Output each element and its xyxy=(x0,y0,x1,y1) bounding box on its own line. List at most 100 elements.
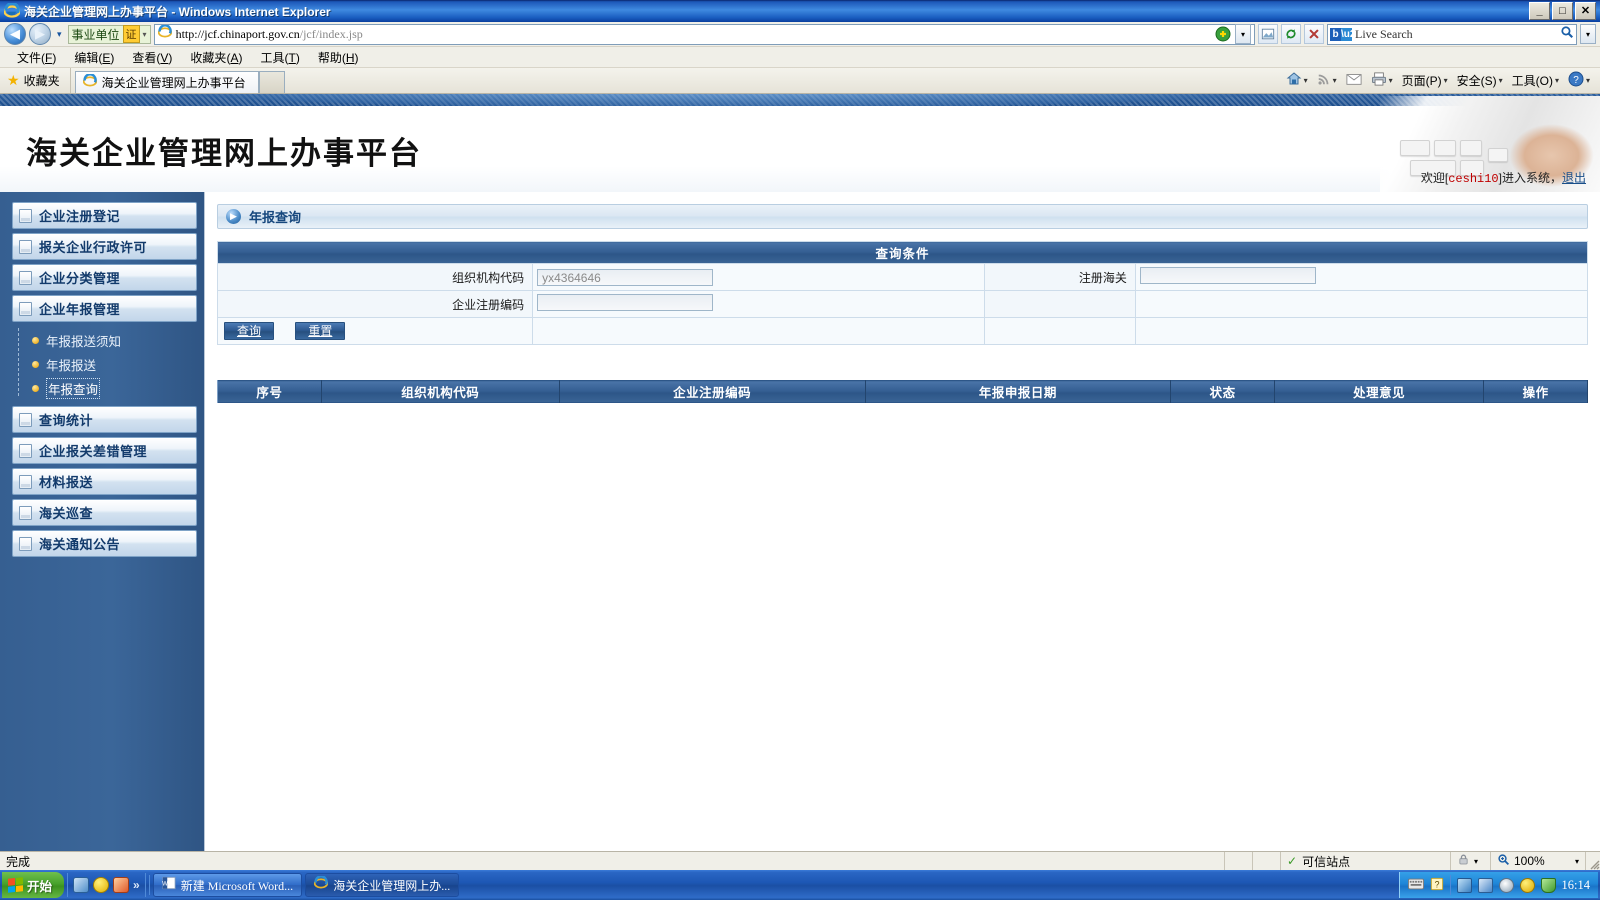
reset-button[interactable]: 重置 xyxy=(295,322,346,340)
page-favicon-icon xyxy=(157,24,172,43)
print-caret-icon[interactable]: ▾ xyxy=(1389,76,1393,85)
help-tray-icon[interactable]: ? xyxy=(1430,877,1444,894)
address-bar[interactable]: http://jcf.chinaport.gov.cn/jcf/index.js… xyxy=(153,23,1255,45)
command-bar: ▾ ▾ ▾ 页面(P) ▾ 安全(S) ▾ 工具(O) ▾ ? ▾ xyxy=(1282,71,1600,90)
resize-grip[interactable] xyxy=(1586,852,1600,870)
document-icon xyxy=(19,270,32,285)
address-url-host: http://jcf.chinaport.gov.cn xyxy=(175,26,300,41)
sidebar-item-material-submission[interactable]: 材料报送 xyxy=(12,468,197,495)
search-input[interactable]: b \u2713 Live Search xyxy=(1327,23,1577,45)
history-dropdown-icon[interactable]: ▾ xyxy=(54,29,65,40)
menu-item-help[interactable]: 帮助(H) xyxy=(309,47,368,68)
keyboard-icon[interactable] xyxy=(1407,878,1424,893)
menu-item-tools[interactable]: 工具(T) xyxy=(251,47,308,68)
print-button[interactable]: ▾ xyxy=(1367,72,1397,89)
word-icon: W xyxy=(162,876,176,894)
customs-input[interactable] xyxy=(1139,267,1316,284)
current-user: ceshi10 xyxy=(1448,172,1499,186)
query-form-button-row: 查询 重置 xyxy=(216,317,1589,345)
org-code-input[interactable]: yx4364646 xyxy=(537,268,714,286)
tools-menu-button[interactable]: 工具(O) ▾ xyxy=(1508,72,1563,89)
page-menu-button[interactable]: 页面(P) ▾ xyxy=(1398,72,1452,89)
screenshot-tray-icon[interactable] xyxy=(1456,877,1472,893)
sidebar-item-error-management[interactable]: 企业报关差错管理 xyxy=(12,437,197,464)
sidebar-subitem-report-submit[interactable]: 年报报送 xyxy=(26,352,197,376)
compatibility-view-icon[interactable] xyxy=(1258,24,1278,44)
sidebar-submenu: 年报报送须知 年报报送 年报查询 xyxy=(12,326,197,406)
home-button[interactable]: ▾ xyxy=(1282,71,1312,90)
antivirus-tray-icon[interactable] xyxy=(1519,877,1535,893)
tab-favicon-icon xyxy=(82,73,97,91)
results-header-row: 序号 组织机构代码 企业注册编码 年报申报日期 状态 处理意见 操作 xyxy=(217,380,1588,403)
back-button[interactable]: ◀ xyxy=(4,23,26,45)
refresh-icon[interactable] xyxy=(1281,24,1301,44)
sidebar-item-label: 报关企业行政许可 xyxy=(39,240,148,255)
protected-mode-caret-icon[interactable]: ▾ xyxy=(1474,857,1478,866)
minimize-button[interactable]: _ xyxy=(1529,2,1550,20)
reg-code-input[interactable] xyxy=(537,294,714,311)
show-desktop-icon[interactable] xyxy=(73,877,90,893)
close-button[interactable]: ✕ xyxy=(1575,2,1596,20)
sidebar-subitem-report-notice[interactable]: 年报报送须知 xyxy=(26,328,197,352)
start-button[interactable]: 开始 xyxy=(2,872,65,898)
sidebar-item-customs-announcements[interactable]: 海关通知公告 xyxy=(12,530,197,557)
antivirus-icon[interactable] xyxy=(93,877,110,893)
network-tray-icon[interactable] xyxy=(1477,877,1493,893)
document-icon xyxy=(19,412,32,427)
tab-active[interactable]: 海关企业管理网上办事平台 xyxy=(74,71,259,93)
protected-mode[interactable]: ▾ xyxy=(1451,852,1491,870)
logout-link[interactable]: 退出 xyxy=(1562,171,1586,185)
button-row-filler-3 xyxy=(1134,317,1589,345)
chevron-down-icon[interactable]: ▾ xyxy=(143,30,147,39)
sidebar-item-customs-inspection[interactable]: 海关巡查 xyxy=(12,499,197,526)
certificate-pill[interactable]: 事业单位 证 ▾ xyxy=(67,24,151,44)
panel-header: ▶ 年报查询 xyxy=(217,204,1588,229)
page-menu-label: 页面(P) xyxy=(1401,74,1442,88)
maximize-button[interactable]: □ xyxy=(1552,2,1573,20)
mail-button[interactable] xyxy=(1342,72,1366,89)
shield-tray-icon[interactable] xyxy=(1540,877,1556,893)
favorites-button[interactable]: ★ 收藏夹 xyxy=(0,68,71,93)
zoom-control[interactable]: 100% ▾ xyxy=(1491,852,1586,870)
go-icon[interactable] xyxy=(1213,24,1233,44)
taskbar-item-word[interactable]: W 新建 Microsoft Word... xyxy=(152,873,303,897)
sidebar-item-label: 海关通知公告 xyxy=(39,537,121,552)
volume-tray-icon[interactable] xyxy=(1498,877,1514,893)
security-menu-button[interactable]: 安全(S) ▾ xyxy=(1453,72,1507,89)
search-dropdown-button[interactable]: ▾ xyxy=(1580,24,1596,44)
menu-item-favorites[interactable]: 收藏夹(A) xyxy=(181,47,251,68)
search-icon[interactable] xyxy=(1560,25,1574,43)
feeds-button[interactable]: ▾ xyxy=(1313,72,1341,89)
query-button[interactable]: 查询 xyxy=(224,322,274,340)
sidebar-item-enterprise-registration[interactable]: 企业注册登记 xyxy=(12,202,197,229)
help-caret-icon[interactable]: ▾ xyxy=(1586,76,1590,85)
tools-menu-caret-icon[interactable]: ▾ xyxy=(1555,76,1559,85)
document-icon xyxy=(19,505,32,520)
security-menu-caret-icon[interactable]: ▾ xyxy=(1499,76,1503,85)
address-dropdown-button[interactable]: ▾ xyxy=(1235,24,1251,44)
feeds-caret-icon[interactable]: ▾ xyxy=(1333,76,1337,85)
stop-icon[interactable] xyxy=(1304,24,1324,44)
sidebar-subitem-report-query[interactable]: 年报查询 xyxy=(26,376,197,400)
sidebar-item-declaration-license[interactable]: 报关企业行政许可 xyxy=(12,233,197,260)
sidebar-item-query-statistics[interactable]: 查询统计 xyxy=(12,406,197,433)
quick-launch-chevron-icon[interactable]: » xyxy=(133,878,140,892)
system-clock[interactable]: 16:14 xyxy=(1562,878,1590,893)
media-player-icon[interactable] xyxy=(113,877,130,893)
sidebar-item-annual-report-management[interactable]: 企业年报管理 xyxy=(12,295,197,322)
security-zone[interactable]: ✓ 可信站点 xyxy=(1281,852,1451,870)
taskbar-item-ie[interactable]: 海关企业管理网上办... xyxy=(305,873,460,897)
menu-item-file[interactable]: 文件(F) xyxy=(8,47,65,68)
sidebar-item-classification-management[interactable]: 企业分类管理 xyxy=(12,264,197,291)
home-caret-icon[interactable]: ▾ xyxy=(1304,76,1308,85)
zoom-level: 100% xyxy=(1514,854,1545,868)
zoom-caret-icon[interactable]: ▾ xyxy=(1575,857,1579,866)
ie-icon xyxy=(314,875,329,894)
help-menu-button[interactable]: ? ▾ xyxy=(1564,71,1594,90)
menu-item-view[interactable]: 查看(V) xyxy=(123,47,181,68)
page-menu-caret-icon[interactable]: ▾ xyxy=(1444,76,1448,85)
new-tab-button[interactable] xyxy=(258,71,285,93)
browser-window: 海关企业管理网上办事平台 - Windows Internet Explorer… xyxy=(0,0,1600,900)
menu-item-edit[interactable]: 编辑(E) xyxy=(65,47,123,68)
forward-button[interactable]: ▶ xyxy=(29,23,51,45)
